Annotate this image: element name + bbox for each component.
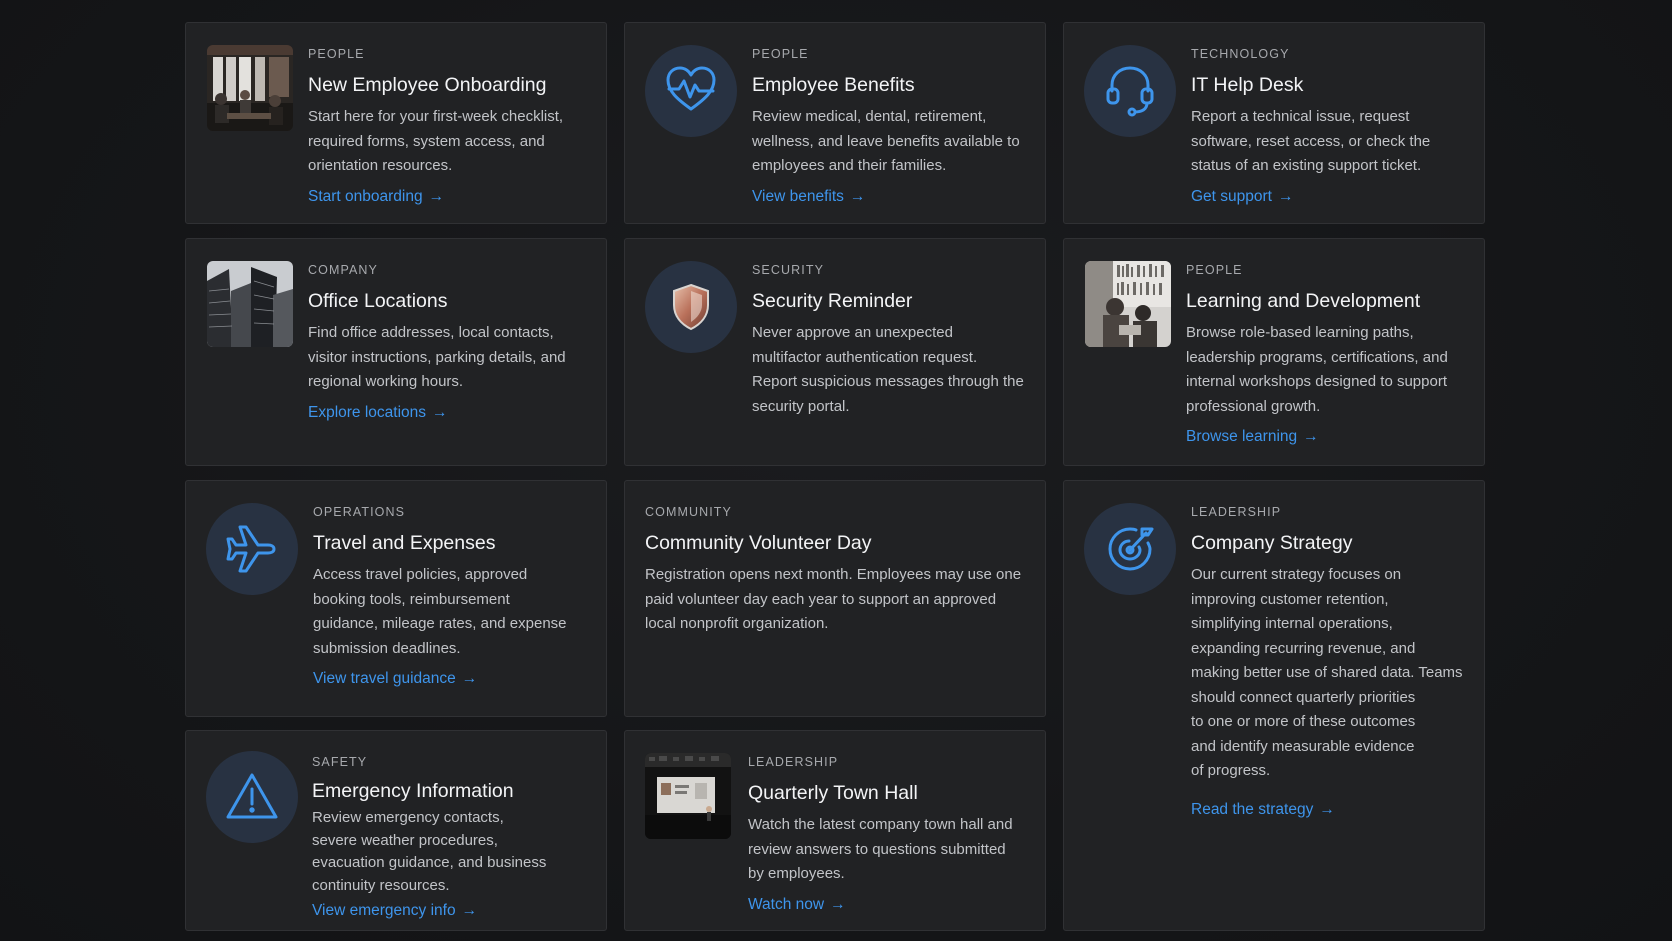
target-icon [1084,503,1176,595]
arrow-right-icon: → [461,902,478,919]
card-description: Find office addresses, local contacts, v… [308,324,566,390]
card-employee-benefits: People Employee Benefits Review medical,… [624,22,1046,224]
card-learning-and-development: People Learning and Development Browse r… [1063,238,1485,466]
card-emergency-information: Safety Emergency Information Review emer… [185,730,607,931]
arrow-right-icon: → [461,670,478,687]
meeting-room-photo [207,45,293,131]
arrow-right-icon: → [428,187,445,205]
card-quarterly-town-hall: Leadership Quarterly Town Hall Watch the… [624,730,1046,931]
card-new-employee-onboarding: People New Employee Onboarding Start her… [185,22,607,224]
card-title: Quarterly Town Hall [748,782,918,804]
card-company-strategy: Leadership Company Strategy Our current … [1063,480,1485,931]
card-description: Browse role-based learning paths, leader… [1186,324,1448,415]
card-description: Review medical, dental, retirement, well… [752,108,1020,174]
arrow-right-icon: → [830,895,846,913]
arrow-right-icon: → [1303,428,1319,445]
read-the-strategy-link[interactable]: Read the strategy → [1191,800,1335,820]
card-title: Emergency Information [312,780,514,802]
arrow-right-icon: → [1319,800,1335,818]
card-community-volunteer-day: Community Community Volunteer Day Regist… [624,480,1046,717]
view-benefits-link[interactable]: View benefits → [752,187,865,207]
card-title: Office Locations [308,290,448,312]
card-description: Start here for your first-week checklist… [308,108,564,174]
card-description: Registration opens next month. Employees… [645,566,1022,632]
watch-now-link[interactable]: Watch now → [748,895,846,915]
card-title: IT Help Desk [1191,74,1304,96]
card-title: Learning and Development [1186,290,1421,312]
heartbeat-icon [645,45,737,137]
arrow-right-icon: → [849,187,866,205]
headset-icon [1084,45,1176,137]
card-category: Leadership [1191,505,1282,519]
airplane-icon [206,503,298,595]
card-category: People [308,47,365,61]
card-description: Our current strategy focuses on improvin… [1191,566,1463,779]
card-description: Review emergency contacts, severe weathe… [312,809,547,894]
card-title: Employee Benefits [752,74,915,96]
card-it-help-desk: Technology IT Help Desk Report a technic… [1063,22,1485,224]
card-description: Report a technical issue, request softwa… [1191,108,1431,174]
arrow-right-icon: → [432,403,448,421]
start-onboarding-link[interactable]: Start onboarding → [308,187,444,207]
card-category: Operations [313,505,406,519]
card-description: Never approve an unexpected multifactor … [752,324,1024,415]
card-title: New Employee Onboarding [308,74,547,96]
card-security-reminder: Security Security Reminder Never approve… [624,238,1046,466]
card-title: Community Volunteer Day [645,532,872,554]
card-category: Security [752,263,825,277]
card-description: Watch the latest company town hall and r… [748,816,1013,882]
card-category: People [752,47,809,61]
browse-learning-link[interactable]: Browse learning → [1186,427,1319,447]
card-category: Safety [312,755,368,769]
shield-icon [645,261,737,353]
office-buildings-photo [207,261,293,347]
card-category: Technology [1191,47,1290,61]
explore-locations-link[interactable]: Explore locations → [308,403,448,423]
resource-hub-page: People New Employee Onboarding Start her… [0,0,1672,941]
card-travel-and-expenses: Operations Travel and Expenses Access tr… [185,480,607,717]
card-description: Access travel policies, approved booking… [313,566,567,657]
card-category: People [1186,263,1243,277]
view-emergency-info-link[interactable]: View emergency info → [312,901,477,921]
warning-icon [206,751,298,843]
card-title: Security Reminder [752,290,913,312]
arrow-right-icon: → [1278,187,1294,205]
card-category: Community [645,505,732,519]
town-hall-photo [645,753,731,839]
card-office-locations: Company Office Locations Find office add… [185,238,607,466]
card-title: Travel and Expenses [313,532,496,554]
get-support-link[interactable]: Get support → [1191,187,1294,207]
card-title: Company Strategy [1191,532,1353,554]
card-category: Leadership [748,755,839,769]
card-category: Company [308,263,378,277]
view-travel-guidance-link[interactable]: View travel guidance → [313,669,477,689]
library-photo [1085,261,1171,347]
